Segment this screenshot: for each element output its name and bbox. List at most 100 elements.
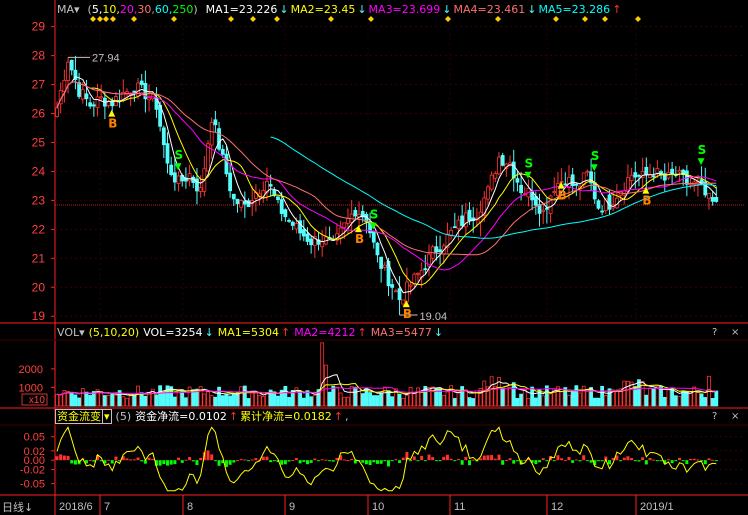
candle-body bbox=[66, 61, 70, 81]
volume-bar bbox=[655, 386, 660, 407]
candle-body bbox=[287, 219, 291, 222]
candle-body bbox=[500, 155, 505, 166]
fund-flow-bar bbox=[317, 460, 321, 462]
sell-mark: S bbox=[591, 149, 600, 163]
fund-flow-bar bbox=[147, 457, 151, 461]
volume-bar bbox=[77, 397, 81, 407]
buy-mark: B bbox=[108, 117, 117, 131]
volume-bar bbox=[184, 397, 188, 407]
fund-flow-bar bbox=[482, 455, 486, 461]
candle-body bbox=[371, 231, 376, 243]
fund-flow-bar bbox=[538, 460, 542, 463]
x-tick-label: 10 bbox=[372, 501, 384, 513]
candle-body bbox=[342, 222, 347, 228]
param-ma60: 60, bbox=[154, 3, 173, 16]
fund-flow-bar bbox=[383, 460, 387, 462]
volume-bar bbox=[559, 391, 564, 407]
fund-flow-bar bbox=[136, 457, 140, 461]
candle-body bbox=[544, 207, 549, 210]
volume-bar bbox=[592, 397, 597, 407]
candle-body bbox=[449, 229, 454, 236]
fund-flow-bar bbox=[655, 460, 659, 462]
volume-value: VOL=3254 bbox=[143, 326, 203, 339]
candle-body bbox=[541, 209, 546, 212]
fund-flow-bar bbox=[254, 458, 258, 461]
fund-flow-bar bbox=[368, 460, 372, 466]
fund-flow-bar bbox=[390, 460, 394, 462]
volume-help-button[interactable]: ? bbox=[712, 327, 717, 338]
candle-body bbox=[600, 210, 605, 213]
volume-bar bbox=[161, 391, 166, 407]
volume-bar bbox=[261, 396, 266, 407]
fund-flow-bar bbox=[626, 456, 630, 461]
volume-close-button[interactable]: × bbox=[731, 327, 739, 338]
candle-body bbox=[305, 233, 310, 242]
fund-close-button[interactable]: × bbox=[731, 411, 739, 422]
candle-body bbox=[228, 172, 233, 192]
fund-flow-bar bbox=[287, 460, 291, 462]
fund-flow-bar bbox=[703, 460, 707, 465]
fund-flow-bar bbox=[670, 460, 674, 464]
volume-ma1-value: MA1=5304 bbox=[217, 326, 280, 339]
fund-flow-bar bbox=[92, 460, 96, 462]
fund-flow-bar bbox=[70, 460, 74, 464]
volume-bar bbox=[342, 397, 347, 407]
volume-bar bbox=[202, 393, 207, 407]
fund-flow-bar bbox=[464, 456, 468, 461]
volume-bar bbox=[80, 388, 85, 407]
stock-chart[interactable]: 27.9419.04▲B▲B▲B▲B ▲BS▼S▼S▼S▼S▼ 192021222… bbox=[0, 0, 748, 515]
ma-params: (5,10,20,30,60,250) bbox=[88, 3, 198, 16]
fund-flow-selector[interactable]: 资金流变 bbox=[55, 409, 103, 424]
volume-bar bbox=[648, 387, 652, 407]
candle-body bbox=[209, 122, 214, 146]
fund-flow-bar bbox=[291, 459, 295, 461]
fund-flow-bar bbox=[479, 458, 483, 461]
volume-bar bbox=[696, 392, 700, 407]
fund-flow-bar bbox=[652, 459, 656, 461]
fund-flow-bar bbox=[302, 460, 306, 462]
fund-flow-bar bbox=[681, 460, 685, 462]
candle-body bbox=[707, 192, 711, 199]
volume-indicator-selector[interactable]: VOL▾ bbox=[57, 326, 85, 339]
volume-bar bbox=[246, 398, 251, 407]
candle-body bbox=[80, 89, 85, 100]
price-indicator-header: MA▾ (5,10,20,30,60,250) MA1=23.226 ↓ MA2=23.… bbox=[57, 3, 625, 17]
volume-bar bbox=[331, 385, 336, 407]
fund-flow-bar bbox=[442, 456, 446, 461]
volume-bar bbox=[309, 396, 314, 407]
indicator-selector[interactable]: MA▾ bbox=[57, 3, 80, 16]
volume-bar bbox=[379, 392, 384, 407]
fund-flow-bar bbox=[420, 456, 424, 461]
period-selector[interactable]: 日线↓ bbox=[2, 499, 33, 515]
volume-bar bbox=[276, 395, 280, 407]
candle-body bbox=[379, 256, 384, 269]
fund-flow-bar bbox=[305, 460, 309, 465]
volume-bar bbox=[614, 390, 619, 407]
candle-body bbox=[139, 80, 144, 85]
price-tick-label: 27 bbox=[32, 78, 46, 92]
fund-flow-bar bbox=[552, 460, 556, 462]
fund-flow-bar bbox=[563, 459, 567, 461]
volume-bar bbox=[136, 385, 140, 407]
volume-bar bbox=[578, 392, 582, 407]
volume-bar bbox=[427, 387, 431, 407]
volume-bar bbox=[637, 379, 641, 407]
volume-bar bbox=[158, 385, 163, 407]
fund-flow-bar bbox=[648, 458, 652, 461]
fund-flow-bar bbox=[140, 460, 144, 462]
buy-mark: B bbox=[642, 193, 651, 207]
volume-indicator-header: VOL▾ (5,10,20) VOL=3254 ↓ MA1=5304 ↑ MA2=4212 ↑… bbox=[57, 326, 447, 340]
fund-flow-bar bbox=[453, 460, 457, 462]
volume-bar bbox=[401, 397, 406, 407]
candle-body bbox=[290, 221, 295, 226]
volume-bar bbox=[69, 391, 74, 407]
price-tick-label: 22 bbox=[32, 222, 46, 236]
volume-bar bbox=[397, 393, 402, 407]
fund-flow-dropdown-icon[interactable]: ▾ bbox=[102, 409, 112, 424]
candle-body bbox=[220, 148, 225, 155]
fund-flow-bar bbox=[711, 459, 715, 461]
fund-flow-bar bbox=[162, 460, 166, 465]
volume-bar bbox=[172, 396, 177, 407]
fund-flow-header: 资金流变 ▾ (5) 资金净流=0.0102 ↑ 累计净流=0.0182 ↑, bbox=[55, 409, 353, 424]
fund-help-button[interactable]: ? bbox=[712, 411, 717, 422]
